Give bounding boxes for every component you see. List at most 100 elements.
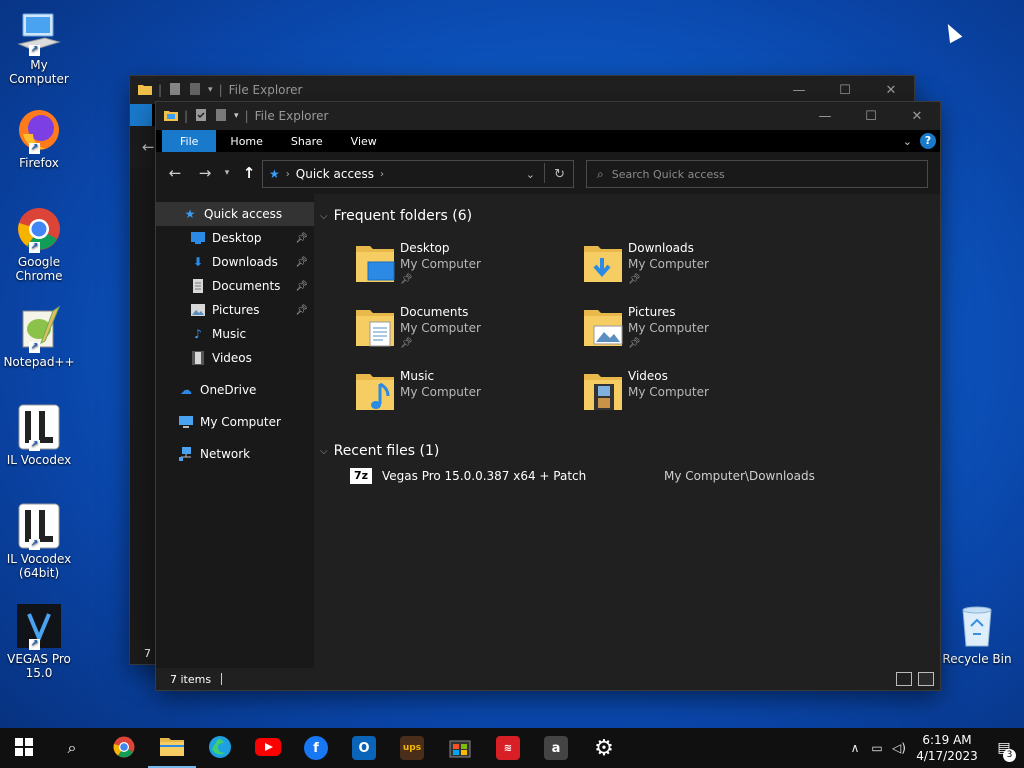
window-title: File Explorer [254,109,329,123]
clock[interactable]: 6:19 AM 4/17/2023 [910,732,984,764]
speaker-icon[interactable]: ◁) [888,741,910,755]
pin-icon[interactable]: 📌︎ [295,305,308,316]
chevron-down-icon[interactable]: ⌵ [320,211,328,222]
tab-view[interactable]: View [337,130,391,152]
search-button[interactable]: ⌕ [48,728,96,768]
new-folder-icon[interactable] [214,108,228,124]
sidebar-item-desktop[interactable]: Desktop 📌︎ [156,226,314,250]
desktop-icon-recycle-bin[interactable]: Recycle Bin [938,602,1016,666]
desktop-icon-chrome[interactable]: ↗ Google Chrome [0,205,78,283]
recent-files-header[interactable]: ⌵ Recent files (1) [320,443,439,459]
shortcut-arrow-icon: ↗ [29,342,40,353]
title-bar[interactable]: | ▾ | File Explorer — ☐ ✕ [156,102,940,130]
breadcrumb-quick-access[interactable]: Quick access [296,167,374,181]
refresh-icon[interactable]: ↻ [554,167,565,182]
up-arrow-icon[interactable]: ↑ [234,164,264,182]
properties-icon[interactable] [168,82,182,98]
maximize-button[interactable]: ☐ [848,102,894,130]
tab-share[interactable]: Share [277,130,337,152]
recent-locations-chevron-icon[interactable]: ▾ [220,168,234,178]
file-explorer-window[interactable]: | ▾ | File Explorer — ☐ ✕ File Home Shar… [156,102,940,690]
close-button[interactable]: ✕ [868,76,914,104]
film-icon [190,351,206,365]
close-button[interactable]: ✕ [894,102,940,130]
desktop-icon-my-computer[interactable]: ↗ My Computer [0,8,78,86]
sidebar-item-music[interactable]: ♪ Music [156,322,314,346]
folder-tile-music[interactable]: Music My Computer [354,368,574,424]
desktop-icon-il-vocodex-64[interactable]: ↗ IL Vocodex (64bit) [0,502,78,580]
minimize-button[interactable]: — [776,76,822,104]
pin-icon[interactable]: 📌︎ [295,257,308,268]
title-bar[interactable]: | ▾ | File Explorer — ☐ ✕ [130,76,914,104]
facebook-taskbar[interactable]: f [292,728,340,768]
sidebar-item-network[interactable]: Network [156,442,314,466]
pin-icon[interactable]: 📌︎ [295,281,308,292]
download-arrow-icon: ⬇ [192,255,204,269]
chrome-taskbar[interactable] [100,728,148,768]
search-input[interactable] [609,166,914,182]
chevron-down-icon[interactable]: ⌵ [320,446,328,457]
desktop-icon-notepadpp[interactable]: ↗ Notepad++ [0,305,78,369]
properties-icon[interactable] [194,108,208,124]
sidebar-item-onedrive[interactable]: ☁ OneDrive [156,378,314,402]
start-button[interactable] [0,728,48,768]
desktop-icon-vegas-pro[interactable]: ↗ VEGAS Pro 15.0 [0,602,78,680]
folder-location: My Computer [628,321,709,335]
tab-home[interactable]: Home [216,130,276,152]
forward-arrow-icon[interactable]: → [190,164,220,182]
sidebar-item-documents[interactable]: Documents 📌︎ [156,274,314,298]
frequent-folders-header[interactable]: ⌵ Frequent folders (6) [320,208,472,224]
desktop-icon-il-vocodex[interactable]: ↗ IL Vocodex [0,403,78,467]
expand-ribbon-icon[interactable]: ⌄ [903,135,912,148]
ups-taskbar[interactable]: ups [388,728,436,768]
status-bar: 7 items [156,668,940,690]
edge-taskbar[interactable] [196,728,244,768]
sidebar-item-downloads[interactable]: ⬇ Downloads 📌︎ [156,250,314,274]
chevron-down-icon[interactable]: ▾ [208,85,213,95]
maximize-button[interactable]: ☐ [822,76,868,104]
notepadpp-icon: ↗ [15,305,63,353]
outlook-taskbar[interactable]: O [340,728,388,768]
new-folder-icon[interactable] [188,82,202,98]
network-status-icon[interactable]: ▭ [866,741,888,755]
desktop-icon-label: My Computer [9,58,69,86]
navigation-bar: ← → ▾ ↑ ★ › Quick access › ⌄ ↻ ⌕ [156,152,940,194]
folder-tile-documents[interactable]: Documents My Computer 📌︎ [354,304,574,360]
address-bar[interactable]: ★ › Quick access › ⌄ ↻ [262,160,574,188]
amazon-taskbar[interactable]: a [532,728,580,768]
folder-tile-pictures[interactable]: Pictures My Computer 📌︎ [582,304,802,360]
netflix-taskbar[interactable]: ≋ [484,728,532,768]
desktop-icon-firefox[interactable]: ↗ Firefox [0,106,78,170]
sidebar-item-my-computer[interactable]: My Computer [156,410,314,434]
chevron-up-icon[interactable]: ∧ [844,741,866,755]
file-explorer-taskbar[interactable] [148,728,196,768]
monitor-icon [178,415,194,429]
action-center-button[interactable]: ▤ 3 [984,740,1024,762]
search-box[interactable]: ⌕ [586,160,928,188]
store-taskbar[interactable] [436,728,484,768]
address-dropdown-icon[interactable]: ⌄ [526,168,535,181]
folder-tile-downloads[interactable]: Downloads My Computer 📌︎ [582,240,802,296]
back-arrow-icon[interactable]: ← [142,138,155,156]
breadcrumb-chevron-icon[interactable]: › [286,169,290,180]
help-icon[interactable]: ? [920,133,936,149]
sidebar-item-pictures[interactable]: Pictures 📌︎ [156,298,314,322]
settings-taskbar[interactable]: ⚙ [580,728,628,768]
large-icons-view-icon[interactable] [918,672,934,686]
youtube-taskbar[interactable] [244,728,292,768]
chevron-down-icon[interactable]: ▾ [234,111,239,121]
pin-icon: 📌︎ [628,274,641,285]
desktop-folder-icon [354,240,396,284]
folder-tile-desktop[interactable]: Desktop My Computer 📌︎ [354,240,574,296]
sidebar-item-videos[interactable]: Videos [156,346,314,370]
tab-file[interactable]: File [162,130,217,152]
minimize-button[interactable]: — [802,102,848,130]
folder-tile-videos[interactable]: Videos My Computer [582,368,802,424]
breadcrumb-chevron-icon[interactable]: › [380,169,384,180]
sidebar-item-quick-access[interactable]: ★ Quick access [156,202,314,226]
pin-icon[interactable]: 📌︎ [295,233,308,244]
recent-file-row[interactable]: 7z Vegas Pro 15.0.0.387 x64 + Patch My C… [350,468,950,484]
details-view-icon[interactable] [896,672,912,686]
back-arrow-icon[interactable]: ← [160,164,190,182]
mouse-cursor [941,20,963,44]
